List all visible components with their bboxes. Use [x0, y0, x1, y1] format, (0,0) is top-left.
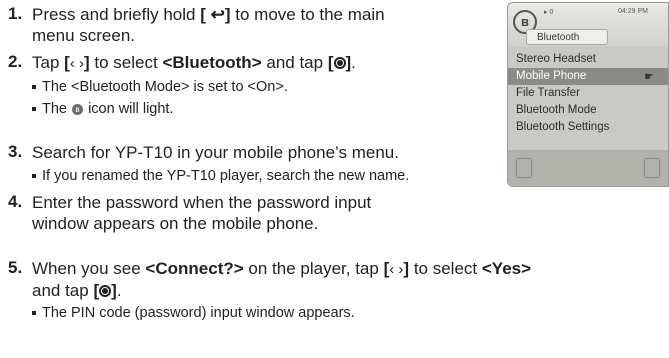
list-item: The PIN code (password) input window app…: [32, 305, 355, 321]
menu-item-bluetooth-mode[interactable]: Bluetooth Mode: [508, 102, 668, 119]
bluetooth-icon: ʙ: [72, 103, 84, 115]
menu-item-mobile-phone[interactable]: Mobile Phone ☛: [508, 68, 668, 85]
menu-list: Stereo Headset Mobile Phone ☛ File Trans…: [508, 51, 668, 136]
hand-pointer-icon: ☛: [644, 71, 654, 83]
menu-item-bluetooth-settings[interactable]: Bluetooth Settings: [508, 119, 668, 136]
menu-item-stereo-headset[interactable]: Stereo Headset: [508, 51, 668, 68]
select-button-icon: [99, 285, 112, 297]
screen-title: Bluetooth: [526, 29, 608, 45]
back-arrow-icon: ↩: [210, 5, 225, 24]
list-item: If you renamed the YP-T10 player, search…: [31, 168, 410, 184]
list-item: The ʙ icon will light.: [31, 101, 174, 117]
speaker-graphic: [644, 158, 660, 178]
step-number: 1.: [8, 4, 23, 23]
left-right-icon: ‹ ›: [389, 261, 404, 278]
list-item: The <Bluetooth Mode> is set to <On>.: [32, 79, 288, 95]
left-right-icon: ‹ ›: [69, 55, 84, 72]
clock: 04:29 PM: [618, 8, 648, 15]
status-indicator: ▸ 0: [544, 9, 554, 16]
menu-item-file-transfer[interactable]: File Transfer: [508, 85, 668, 102]
select-button-icon: [333, 57, 346, 69]
device-screen: ʙ ▸ 0 04:29 PM Bluetooth Stereo Headset …: [507, 2, 669, 187]
speaker-graphic: [516, 158, 532, 178]
device-footer: [508, 150, 668, 186]
